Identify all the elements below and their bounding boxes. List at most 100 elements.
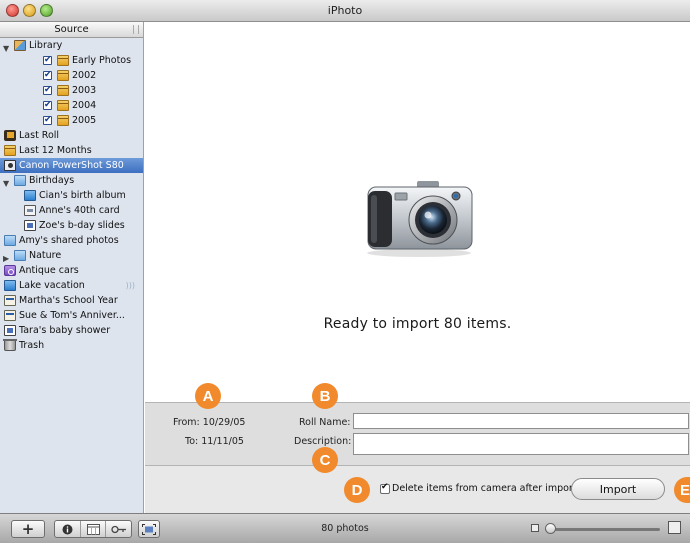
shared-broadcast-icon: ))) bbox=[125, 281, 135, 290]
folder-icon bbox=[14, 250, 26, 261]
source-item[interactable]: Sue & Tom's Anniver... bbox=[0, 308, 143, 323]
source-item-label: Lake vacation bbox=[19, 280, 85, 291]
source-item[interactable]: Canon PowerShot S80 bbox=[0, 158, 143, 173]
source-item[interactable]: Early Photos bbox=[0, 53, 143, 68]
description-input[interactable] bbox=[353, 433, 689, 455]
source-item-label: 2003 bbox=[72, 85, 97, 96]
source-item-label: 2005 bbox=[72, 115, 97, 126]
large-thumbnail-icon bbox=[668, 521, 681, 534]
callout-c: C bbox=[312, 447, 338, 473]
delete-after-import-label[interactable]: Delete items from camera after importing bbox=[392, 483, 591, 494]
source-item[interactable]: Last 12 Months bbox=[0, 143, 143, 158]
zoom-window-button[interactable] bbox=[40, 4, 53, 17]
album-icon bbox=[4, 280, 16, 291]
include-checkbox[interactable] bbox=[43, 83, 52, 98]
source-item-label: Martha's School Year bbox=[19, 295, 118, 306]
card-icon bbox=[24, 205, 36, 216]
source-item[interactable]: Last Roll bbox=[0, 128, 143, 143]
folder-icon bbox=[14, 175, 26, 186]
library-icon bbox=[14, 40, 26, 51]
source-item[interactable]: Antique cars bbox=[0, 263, 143, 278]
calendar-icon bbox=[57, 85, 69, 96]
calendar-icon bbox=[4, 145, 16, 156]
source-item[interactable]: 2003 bbox=[0, 83, 143, 98]
source-item[interactable]: Anne's 40th card bbox=[0, 203, 143, 218]
calendar-icon bbox=[57, 70, 69, 81]
source-item-label: Last Roll bbox=[19, 130, 60, 141]
from-label: From: bbox=[173, 417, 200, 428]
source-item-label: Nature bbox=[29, 250, 62, 261]
close-window-button[interactable] bbox=[6, 4, 19, 17]
slideshow-icon bbox=[24, 220, 36, 231]
source-item[interactable]: Tara's baby shower bbox=[0, 323, 143, 338]
slider-knob[interactable] bbox=[545, 523, 556, 534]
source-item[interactable]: Lake vacation))) bbox=[0, 278, 143, 293]
source-item[interactable]: ▼ Birthdays bbox=[0, 173, 143, 188]
window-controls bbox=[6, 4, 53, 17]
source-item-label: Tara's baby shower bbox=[19, 325, 111, 336]
include-checkbox[interactable] bbox=[43, 68, 52, 83]
include-checkbox[interactable] bbox=[43, 53, 52, 68]
source-item[interactable]: Trash bbox=[0, 338, 143, 353]
import-action-bar: Delete items from camera after importing… bbox=[145, 466, 690, 513]
column-resize-grip-icon[interactable] bbox=[133, 25, 139, 34]
source-item[interactable]: Zoe's b-day slides bbox=[0, 218, 143, 233]
source-items: ▼ Library Early Photos 2002 2003 2004 2005 Last… bbox=[0, 38, 143, 353]
thumbnail-size-slider[interactable] bbox=[545, 523, 660, 534]
minimize-window-button[interactable] bbox=[23, 4, 36, 17]
import-details-panel: From: 10/29/05 To: 11/11/05 Roll Name: D… bbox=[145, 402, 690, 466]
source-list: Source ▼ Library Early Photos 2002 2003 2004 2… bbox=[0, 22, 144, 513]
roll-name-label: Roll Name: bbox=[299, 417, 351, 428]
window-title: iPhoto bbox=[327, 4, 363, 17]
small-thumbnail-icon bbox=[531, 524, 539, 532]
source-item[interactable]: ▶ Nature bbox=[0, 248, 143, 263]
to-value: 11/11/05 bbox=[201, 436, 244, 447]
calendar-icon bbox=[57, 115, 69, 126]
source-item[interactable]: Cian's birth album bbox=[0, 188, 143, 203]
callout-e-label: E bbox=[680, 481, 690, 499]
callout-b: B bbox=[312, 383, 338, 409]
import-button[interactable]: Import bbox=[571, 478, 665, 500]
source-item-label: Anne's 40th card bbox=[39, 205, 120, 216]
calendar-icon bbox=[57, 55, 69, 66]
delete-after-import-checkbox[interactable] bbox=[380, 482, 390, 494]
description-label: Description: bbox=[294, 436, 352, 447]
callout-a: A bbox=[195, 383, 221, 409]
disclosure-open-icon[interactable]: ▼ bbox=[3, 176, 9, 188]
calendar-icon bbox=[57, 100, 69, 111]
to-label: To: bbox=[185, 436, 199, 447]
to-date: To: 11/11/05 bbox=[185, 436, 244, 447]
delete-after-import-option[interactable]: Delete items from camera after importing bbox=[380, 482, 591, 494]
import-status-message: Ready to import 80 items. bbox=[323, 316, 512, 332]
source-item-label: Trash bbox=[19, 340, 45, 351]
title-bar: iPhoto bbox=[0, 0, 690, 22]
include-checkbox[interactable] bbox=[43, 113, 52, 128]
source-item[interactable]: Amy's shared photos bbox=[0, 233, 143, 248]
include-checkbox[interactable] bbox=[43, 98, 52, 113]
smart-album-icon bbox=[4, 265, 16, 276]
source-item[interactable]: ▼ Library bbox=[0, 38, 143, 53]
source-list-header[interactable]: Source bbox=[0, 22, 143, 38]
source-item-label: 2002 bbox=[72, 70, 97, 81]
disclosure-closed-icon[interactable]: ▶ bbox=[3, 251, 9, 263]
main-view: Ready to import 80 items. From: 10/29/05… bbox=[145, 22, 690, 513]
trash-icon bbox=[3, 339, 17, 351]
album-icon bbox=[24, 190, 36, 201]
source-item-label: Antique cars bbox=[19, 265, 79, 276]
source-item[interactable]: 2005 bbox=[0, 113, 143, 128]
roll-name-input[interactable] bbox=[353, 413, 689, 429]
callout-d: D bbox=[344, 477, 370, 503]
camera-icon bbox=[4, 160, 16, 171]
source-item[interactable]: 2002 bbox=[0, 68, 143, 83]
digital-camera-icon bbox=[361, 169, 476, 259]
source-item[interactable]: Martha's School Year bbox=[0, 293, 143, 308]
film-roll-icon bbox=[4, 130, 16, 141]
disclosure-open-icon[interactable]: ▼ bbox=[3, 41, 9, 53]
from-date: From: 10/29/05 bbox=[173, 417, 245, 428]
bottom-toolbar: + 80 photos bbox=[0, 513, 690, 543]
source-item-label: Library bbox=[29, 40, 63, 51]
shared-folder-icon bbox=[4, 235, 16, 246]
source-item[interactable]: 2004 bbox=[0, 98, 143, 113]
source-item-label: Last 12 Months bbox=[19, 145, 92, 156]
from-value: 10/29/05 bbox=[202, 417, 246, 428]
